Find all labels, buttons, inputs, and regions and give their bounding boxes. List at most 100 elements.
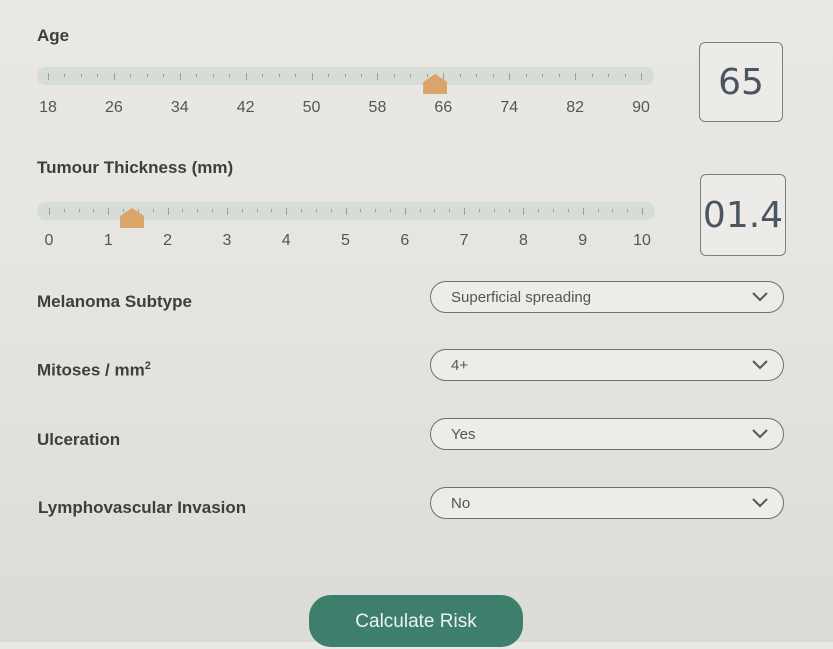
slider-tick — [426, 74, 428, 77]
slider-tick — [146, 74, 148, 77]
slider-tick — [591, 74, 593, 77]
slider-tick — [330, 209, 332, 212]
slider-tick — [93, 209, 95, 212]
slider-tick — [345, 208, 347, 215]
subtype-select[interactable]: Superficial spreading — [430, 281, 784, 313]
slider-tick — [389, 209, 391, 212]
slider-tick — [464, 208, 466, 215]
slider-tick — [419, 209, 421, 212]
slider-tick — [226, 208, 228, 215]
slider-tick — [97, 74, 99, 77]
slider-tick — [212, 209, 214, 212]
slider-tick — [575, 73, 577, 80]
slider-tick — [492, 74, 494, 77]
slider-tick-label: 82 — [566, 99, 585, 116]
slider-tick — [624, 74, 626, 77]
slider-tick — [256, 209, 258, 212]
slider-tick — [278, 74, 280, 77]
slider-tick — [612, 209, 614, 212]
slider-tick — [49, 208, 50, 215]
slider-tick — [443, 73, 445, 80]
slider-tick — [63, 209, 65, 212]
calculate-risk-button[interactable]: Calculate Risk — [309, 595, 523, 647]
lvi-selected-value: No — [451, 495, 471, 512]
mitoses-label-superscript: 2 — [144, 360, 151, 372]
slider-tick — [542, 74, 544, 77]
slider-tick — [182, 209, 184, 212]
slider-tick — [478, 209, 480, 212]
chevron-down-icon — [752, 292, 768, 302]
slider-tick — [286, 208, 288, 215]
slider-tick-label: 2 — [163, 232, 173, 249]
slider-tick — [130, 74, 132, 77]
slider-tick-label: 26 — [104, 99, 123, 116]
slider-tick-label: 34 — [170, 99, 189, 116]
chevron-down-icon — [752, 498, 768, 508]
lvi-select[interactable]: No — [430, 487, 784, 519]
slider-tick — [229, 74, 231, 77]
slider-tick — [245, 73, 247, 80]
slider-tick — [434, 209, 436, 212]
slider-tick-label: 6 — [400, 232, 410, 249]
thickness-value-box[interactable]: 01.4 — [700, 174, 786, 256]
slider-tick-label: 58 — [368, 99, 387, 116]
slider-tick — [410, 74, 412, 77]
mitoses-select[interactable]: 4+ — [430, 349, 784, 381]
slider-tick — [553, 209, 555, 212]
slider-tick-label: 18 — [39, 99, 57, 116]
slider-tick — [137, 209, 139, 212]
mitoses-label-text: Mitoses / mm — [37, 360, 145, 380]
slider-tick-label: 42 — [236, 99, 255, 116]
slider-tick — [48, 73, 49, 80]
slider-tick — [241, 209, 243, 212]
age-value-box[interactable]: 65 — [699, 42, 783, 122]
slider-tick — [377, 73, 379, 80]
slider-tick — [558, 74, 560, 77]
slider-tick — [360, 209, 362, 212]
slider-tick — [476, 74, 478, 77]
slider-tick — [597, 209, 599, 212]
age-label: Age — [37, 26, 70, 45]
slider-tick — [459, 74, 461, 77]
age-slider[interactable] — [37, 67, 654, 85]
slider-tick — [642, 208, 643, 215]
slider-tick-label: 4 — [281, 232, 291, 249]
slider-tick — [375, 209, 377, 212]
thickness-label: Tumour Thickness (mm) — [37, 158, 234, 177]
slider-tick — [315, 209, 317, 212]
subtype-label: Melanoma Subtype — [37, 292, 192, 311]
slider-tick — [78, 209, 80, 212]
subtype-selected-value: Superficial spreading — [451, 289, 592, 306]
ulceration-label: Ulceration — [37, 430, 121, 449]
slider-tick — [493, 209, 495, 212]
slider-tick — [311, 73, 313, 80]
slider-tick — [538, 209, 540, 212]
slider-tick-label: 3 — [222, 232, 232, 249]
slider-tick — [404, 208, 406, 215]
slider-tick-label: 10 — [633, 232, 651, 249]
slider-tick-label: 90 — [632, 99, 650, 116]
slider-tick — [582, 208, 584, 215]
slider-tick — [449, 209, 451, 212]
slider-tick — [301, 209, 303, 212]
ulceration-selected-value: Yes — [451, 426, 476, 443]
slider-tick-label: 8 — [518, 232, 528, 249]
slider-tick — [295, 74, 297, 77]
mitoses-selected-value: 4+ — [451, 357, 469, 374]
slider-tick — [196, 74, 198, 77]
slider-tick — [179, 73, 181, 80]
slider-tick — [360, 74, 362, 77]
slider-tick — [167, 208, 169, 215]
slider-tick — [608, 74, 610, 77]
slider-tick-label: 7 — [459, 232, 469, 249]
slider-tick-label: 50 — [302, 99, 321, 116]
slider-tick — [641, 73, 642, 80]
chevron-down-icon — [752, 360, 768, 370]
slider-tick — [627, 209, 629, 212]
slider-tick — [567, 209, 569, 212]
slider-tick — [344, 74, 346, 77]
slider-tick — [262, 74, 264, 77]
slider-tick — [509, 73, 511, 80]
ulceration-select[interactable]: Yes — [430, 418, 784, 450]
slider-tick — [523, 208, 525, 215]
